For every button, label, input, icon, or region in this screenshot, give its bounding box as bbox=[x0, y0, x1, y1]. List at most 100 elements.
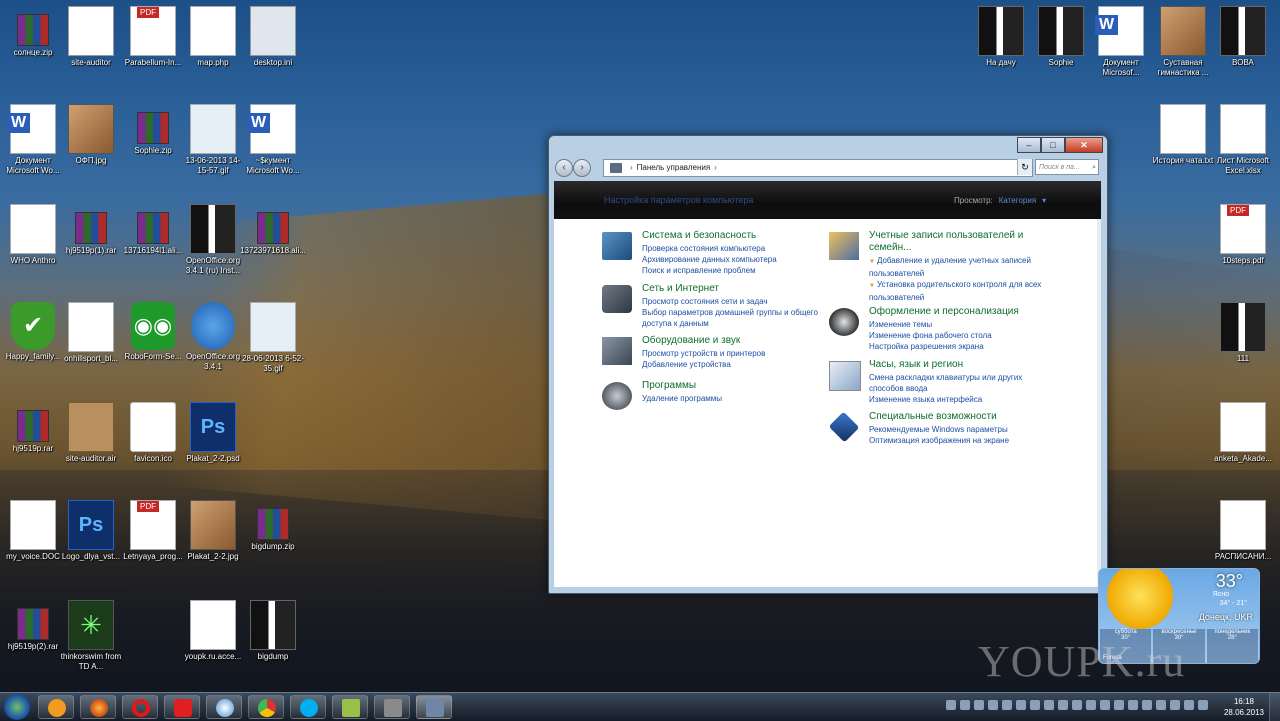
scrollbar[interactable] bbox=[1097, 219, 1101, 587]
start-button[interactable] bbox=[4, 694, 30, 720]
task-link[interactable]: Добавление устройства bbox=[642, 359, 832, 370]
close-button[interactable]: ✕ bbox=[1065, 137, 1103, 153]
desktop-icon-3[interactable]: Parabellum-In... bbox=[120, 2, 186, 88]
tray-icon[interactable] bbox=[1086, 700, 1096, 710]
desktop-icon-28[interactable]: Plakat_2-2.jpg bbox=[180, 496, 246, 582]
desktop-icon-31[interactable]: ✳ thinkorswim from TD A... bbox=[58, 596, 124, 682]
tray-icon[interactable] bbox=[1100, 700, 1110, 710]
taskbar-app-orb[interactable] bbox=[38, 695, 74, 719]
taskbar-app-control-panel[interactable] bbox=[416, 695, 452, 719]
task-link[interactable]: Установка родительского контроля для все… bbox=[869, 279, 1059, 303]
task-link[interactable]: Выбор параметров домашней группы и общег… bbox=[642, 307, 832, 329]
desktop-icon-21[interactable]: hj9519p.rar bbox=[0, 398, 66, 484]
desktop-icon-27[interactable]: Letnyaya_prog... bbox=[120, 496, 186, 582]
tray-icon[interactable] bbox=[1016, 700, 1026, 710]
desktop-icon-29[interactable]: bigdump.zip bbox=[240, 496, 306, 582]
taskbar-app-notes[interactable] bbox=[332, 695, 368, 719]
task-link[interactable]: Изменение языка интерфейса bbox=[869, 394, 1059, 405]
chevron-down-icon[interactable]: ▾ bbox=[1042, 196, 1046, 205]
search-input[interactable]: Поиск в па... ⌕ bbox=[1035, 159, 1099, 175]
tray-icon[interactable] bbox=[946, 700, 956, 710]
desktop-icon-9[interactable]: 13-06-2013 14-15-57.gif bbox=[180, 100, 246, 186]
tray-icon[interactable] bbox=[1002, 700, 1012, 710]
category-title[interactable]: Программы bbox=[642, 380, 832, 392]
desktop-icon-right-7[interactable]: Лист Microsoft Excel.xlsx bbox=[1210, 100, 1276, 186]
desktop-icon-5[interactable]: desktop.ini bbox=[240, 2, 306, 88]
desktop-icon-26[interactable]: Ps Logo_dlya_vst... bbox=[58, 496, 124, 582]
view-mode-dropdown[interactable]: Категория bbox=[999, 196, 1036, 205]
desktop-icon-20[interactable]: 28-06-2013 6-52-35.gif bbox=[240, 298, 306, 384]
category-title[interactable]: Оформление и персонализация bbox=[869, 306, 1059, 318]
maximize-button[interactable]: □ bbox=[1041, 137, 1065, 153]
tray-icon[interactable] bbox=[1170, 700, 1180, 710]
address-bar[interactable]: › Панель управления › bbox=[603, 159, 1033, 177]
category-title[interactable]: Часы, язык и регион bbox=[869, 359, 1059, 371]
desktop-icon-15[interactable]: 13723971618.ali... bbox=[240, 200, 306, 286]
desktop-icon-22[interactable]: site-auditor.air bbox=[58, 398, 124, 484]
tray-icon[interactable] bbox=[960, 700, 970, 710]
desktop-icon-32[interactable]: youpk.ru.acce... bbox=[180, 596, 246, 682]
desktop-icon-1[interactable]: солнце.zip bbox=[0, 2, 66, 88]
tray-icon[interactable] bbox=[1184, 700, 1194, 710]
tray-icon[interactable] bbox=[1058, 700, 1068, 710]
task-link[interactable]: Рекомендуемые Windows параметры bbox=[869, 424, 1059, 435]
desktop-icon-right-2[interactable]: Sophie bbox=[1028, 2, 1094, 88]
tray-icon[interactable] bbox=[988, 700, 998, 710]
desktop-icon-10[interactable]: ~$кумент Microsoft Wo... bbox=[240, 100, 306, 186]
desktop-icon-30[interactable]: hj9519p(2).rar bbox=[0, 596, 66, 682]
task-link[interactable]: Оптимизация изображения на экране bbox=[869, 435, 1059, 446]
task-link[interactable]: Просмотр устройств и принтеров bbox=[642, 348, 832, 359]
taskbar-app-safari[interactable] bbox=[206, 695, 242, 719]
view-selector[interactable]: Просмотр: Категория ▾ bbox=[954, 196, 1046, 205]
tray-icon[interactable] bbox=[1044, 700, 1054, 710]
taskbar-app-cpanel[interactable] bbox=[374, 695, 410, 719]
desktop-icon-12[interactable]: hj9519p(1).rar bbox=[58, 200, 124, 286]
forward-button[interactable]: › bbox=[573, 159, 591, 177]
desktop-icon-11[interactable]: WHO Anthro bbox=[0, 200, 66, 286]
desktop-icon-7[interactable]: ОФП.jpg bbox=[58, 100, 124, 186]
desktop-icon-25[interactable]: my_voice.DOC bbox=[0, 496, 66, 582]
taskbar-app-yandex[interactable] bbox=[164, 695, 200, 719]
desktop-icon-16[interactable]: ✔ Happy_family... bbox=[0, 298, 66, 384]
task-link[interactable]: Просмотр состояния сети и задач bbox=[642, 296, 832, 307]
desktop-icon-4[interactable]: map.php bbox=[180, 2, 246, 88]
tray-icon[interactable] bbox=[1142, 700, 1152, 710]
task-link[interactable]: Проверка состояния компьютера bbox=[642, 243, 832, 254]
show-desktop-button[interactable] bbox=[1269, 693, 1280, 721]
category-title[interactable]: Учетные записи пользователей и семейн... bbox=[869, 230, 1039, 254]
desktop-icon-right-1[interactable]: На дачу bbox=[968, 2, 1034, 88]
desktop-icon-2[interactable]: site-auditor bbox=[58, 2, 124, 88]
minimize-button[interactable]: – bbox=[1017, 137, 1041, 153]
desktop-icon-14[interactable]: OpenOffice.org 3.4.1 (ru) Inst... bbox=[180, 200, 246, 286]
task-link[interactable]: Изменение темы bbox=[869, 319, 1059, 330]
tray-icon[interactable] bbox=[1198, 700, 1208, 710]
task-link[interactable]: Настройка разрешения экрана bbox=[869, 341, 1059, 352]
category-title[interactable]: Специальные возможности bbox=[869, 411, 1059, 423]
task-link[interactable]: Удаление программы bbox=[642, 393, 832, 404]
desktop-icon-8[interactable]: Sophie.zip bbox=[120, 100, 186, 186]
category-title[interactable]: Система и безопасность bbox=[642, 230, 832, 242]
taskbar-app-skype[interactable] bbox=[290, 695, 326, 719]
breadcrumb-arrow-icon[interactable]: › bbox=[714, 163, 717, 172]
desktop-icon-23[interactable]: favicon.ico bbox=[120, 398, 186, 484]
desktop-icon-17[interactable]: onhillsport_bl... bbox=[58, 298, 124, 384]
desktop-icon-right-4[interactable]: Суставная гимнастика ... bbox=[1150, 2, 1216, 88]
category-title[interactable]: Оборудование и звук bbox=[642, 335, 832, 347]
desktop-icon-18[interactable]: ◉◉ RoboForm-Se... bbox=[120, 298, 186, 384]
tray-icon[interactable] bbox=[1072, 700, 1082, 710]
control-panel-window[interactable]: – □ ✕ ‹ › › Панель управления › ↻ Поиск в … bbox=[548, 135, 1108, 594]
task-link[interactable]: Изменение фона рабочего стола bbox=[869, 330, 1059, 341]
tray-icon[interactable] bbox=[1128, 700, 1138, 710]
task-link[interactable]: Поиск и исправление проблем bbox=[642, 265, 832, 276]
desktop-icon-right-10[interactable]: anketa_Akade... bbox=[1210, 398, 1276, 484]
desktop-icon-right-9[interactable]: 111 bbox=[1210, 298, 1276, 384]
taskbar-clock[interactable]: 16:18 28.06.2013 bbox=[1222, 696, 1266, 718]
back-button[interactable]: ‹ bbox=[555, 159, 573, 177]
tray-icon[interactable] bbox=[1030, 700, 1040, 710]
desktop-icon-19[interactable]: OpenOffice.org 3.4.1 bbox=[180, 298, 246, 384]
task-link[interactable]: Архивирование данных компьютера bbox=[642, 254, 832, 265]
desktop-icon-right-3[interactable]: Документ Microsof... bbox=[1088, 2, 1154, 88]
desktop-icon-right-8[interactable]: 10steps.pdf bbox=[1210, 200, 1276, 286]
desktop-icon-13[interactable]: 13716194l1.ali... bbox=[120, 200, 186, 286]
desktop-icon-24[interactable]: Ps Plakat_2-2.psd bbox=[180, 398, 246, 484]
